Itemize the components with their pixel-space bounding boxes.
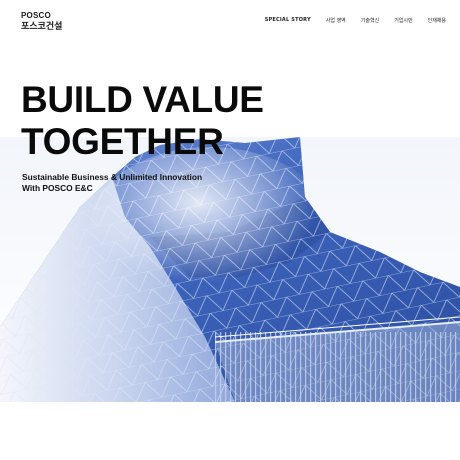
nav-item-careers[interactable]: 인재채용 <box>428 17 446 24</box>
posco-logo[interactable]: POSCO 포스코건설 <box>21 12 62 32</box>
logo-korean-name: 포스코건설 <box>21 22 63 32</box>
subline-line-2: With POSCO E&C <box>22 183 93 193</box>
nav-item-business[interactable]: 사업 영역 <box>326 17 346 24</box>
nav-item-innovation[interactable]: 기술혁신 <box>361 17 379 24</box>
nav-item-citizenship[interactable]: 기업시민 <box>394 17 412 24</box>
hero-headline: BUILD VALUE TOGETHER <box>21 79 264 163</box>
site-header: POSCO 포스코건설 SPECIAL STORY 사업 영역 기술혁신 기업시… <box>0 0 460 40</box>
headline-line-1: BUILD VALUE <box>21 79 264 120</box>
hero-subheadline: Sustainable Business & Unlimited Innovat… <box>22 172 202 194</box>
main-nav: SPECIAL STORY 사업 영역 기술혁신 기업시민 인재채용 <box>265 17 446 24</box>
nav-item-special-story[interactable]: SPECIAL STORY <box>265 17 311 24</box>
subline-line-1: Sustainable Business & Unlimited Innovat… <box>22 172 203 182</box>
logo-wordmark: POSCO <box>21 11 51 20</box>
headline-line-2: TOGETHER <box>21 121 224 162</box>
